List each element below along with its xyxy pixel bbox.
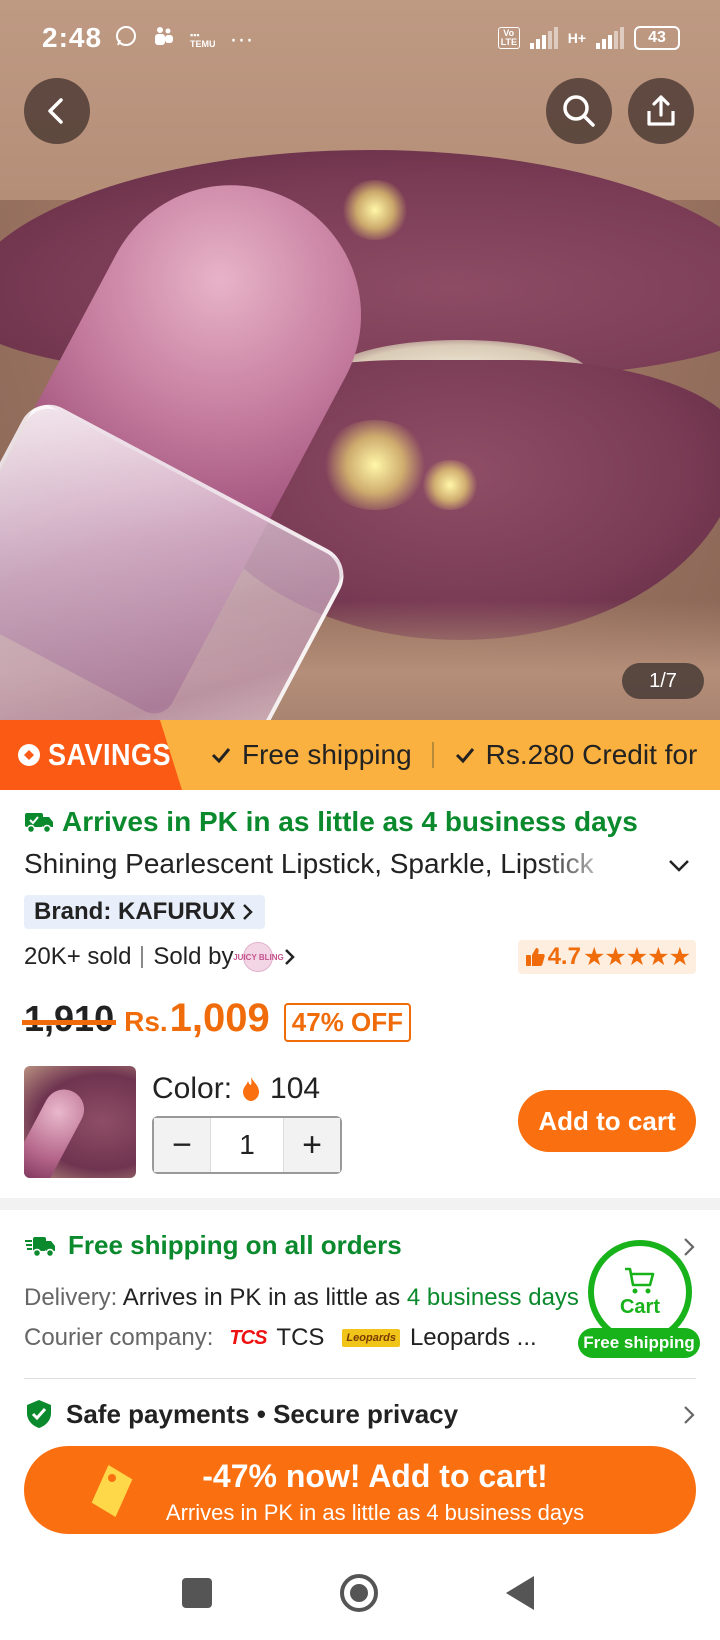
banner-item: Free shipping [210,739,412,771]
add-to-cart-button[interactable]: Add to cart [518,1090,696,1152]
check-icon [455,748,474,764]
price-row: 1,910 Rs. 1,009 47% OFF [21,996,412,1042]
savings-label: SAVINGS [48,737,172,772]
android-nav-bar [0,1548,720,1640]
rating-value: 4.7 [547,943,581,970]
product-title-row[interactable]: Shining Pearlescent Lipstick, Sparkle, L… [24,848,700,888]
rating-chip[interactable]: 4.7 ★★★★★ [517,940,696,974]
quantity-value[interactable]: 1 [210,1118,284,1172]
leopards-name: Leopards ... [409,1324,537,1351]
color-selector[interactable]: Color: 104 [152,1072,320,1106]
back-nav-button[interactable] [506,1576,534,1610]
sold-by-label: Sold by [153,943,234,970]
cart-free-shipping-pill: Free shipping [578,1328,700,1358]
volte-icon: Vo LTE [497,27,520,49]
currency: Rs. [124,1006,168,1037]
section-divider [0,1198,720,1210]
status-time: 2:48 [42,22,103,53]
back-button[interactable] [24,78,90,144]
chevron-right-icon[interactable] [283,947,297,967]
original-price: 1,910 [21,998,117,1039]
status-bar: 2:48 ▪▪▪ TEMU ··· Vo LTE H+ 43 [0,0,720,76]
sparkle [340,180,410,240]
divider [141,946,144,968]
sale-price: 1,009 [169,996,270,1040]
cart-label: Cart [619,1295,660,1318]
delivery-truck-icon [25,1236,55,1257]
arrival-info: Arrives in PK in as little as 4 business… [24,806,638,838]
system-icons: Vo LTE H+ 43 [497,26,680,50]
increase-button[interactable]: + [284,1118,340,1172]
banner-items: Free shipping Rs.280 Credit for [210,720,697,790]
sparkle [320,420,430,510]
banner-divider [431,742,434,768]
cta-main-text: -47% now! Add to cart! [202,1458,548,1494]
hplus-label: H+ [567,30,586,46]
recents-button[interactable] [182,1578,212,1608]
sold-count: 20K+ sold [24,943,132,970]
savings-tag: SAVINGS [0,720,182,790]
leopards-logo: Leopards [342,1329,400,1347]
teams-icon [152,24,176,55]
home-button[interactable] [340,1574,378,1612]
delivery-truck-icon [25,813,53,834]
decrease-button[interactable]: − [154,1118,210,1172]
floating-cart-button[interactable]: Cart Free shipping [578,1240,700,1358]
color-count: 104 [270,1072,321,1105]
search-button[interactable] [546,78,612,144]
whatsapp-icon [114,24,138,55]
discount-badge: 47% OFF [283,1003,412,1042]
check-icon [211,748,231,764]
chevron-right-icon[interactable] [682,1404,696,1426]
courier-line: Courier company: TCS TCS Leopards Leopar… [24,1324,537,1351]
fire-icon [243,1077,260,1101]
search-icon [563,95,595,127]
product-title: Shining Pearlescent Lipstick, Sparkle, L… [24,848,594,879]
image-counter: 1/7 [622,663,704,699]
temu-icon: ▪▪▪ TEMU [190,29,216,49]
battery-icon: 43 [634,26,680,50]
cart-icon [625,1267,655,1293]
chevron-left-icon [48,98,63,124]
divider [24,1378,696,1379]
safe-payments-row[interactable]: Safe payments • Secure privacy [24,1398,458,1430]
chevron-right-icon [243,904,254,920]
share-icon [647,95,675,126]
savings-badge-icon [18,744,40,766]
tcs-name: TCS [276,1324,325,1351]
shield-check-icon [27,1400,51,1428]
cta-sub-text: Arrives in PK in as little as 4 business… [165,1500,585,1525]
signal-icon [529,27,558,49]
thumbnail-lipstick [24,1082,92,1178]
notification-icons: ▪▪▪ TEMU ··· [114,24,253,55]
sales-seller-row: 20K+ sold Sold by JUICY BLING [24,942,297,972]
more-icon: ··· [229,25,254,53]
brand-chip[interactable]: Brand: KAFURUX [24,895,266,929]
signal-icon-2 [596,27,624,49]
thumbs-up-icon [525,948,545,966]
star-rating: ★★★★★ [582,943,691,971]
savings-banner[interactable]: SAVINGS Free shipping Rs.280 Credit for [0,720,720,790]
tcs-logo: TCS [229,1326,267,1349]
seller-logo[interactable]: JUICY BLING [233,942,284,972]
delivery-line: Delivery: Arrives in PK in as little as … [24,1284,579,1311]
free-shipping-row[interactable]: Free shipping on all orders [24,1230,402,1261]
quantity-stepper[interactable]: − 1 + [152,1116,342,1174]
product-image[interactable] [0,0,720,720]
variant-thumbnail[interactable] [24,1066,136,1178]
chevron-down-icon[interactable] [666,852,692,878]
share-button[interactable] [628,78,694,144]
add-to-cart-cta-button[interactable]: -47% now! Add to cart! Arrives in PK in … [24,1446,696,1534]
banner-item: Rs.280 Credit for [454,739,697,771]
sparkle [420,460,480,510]
